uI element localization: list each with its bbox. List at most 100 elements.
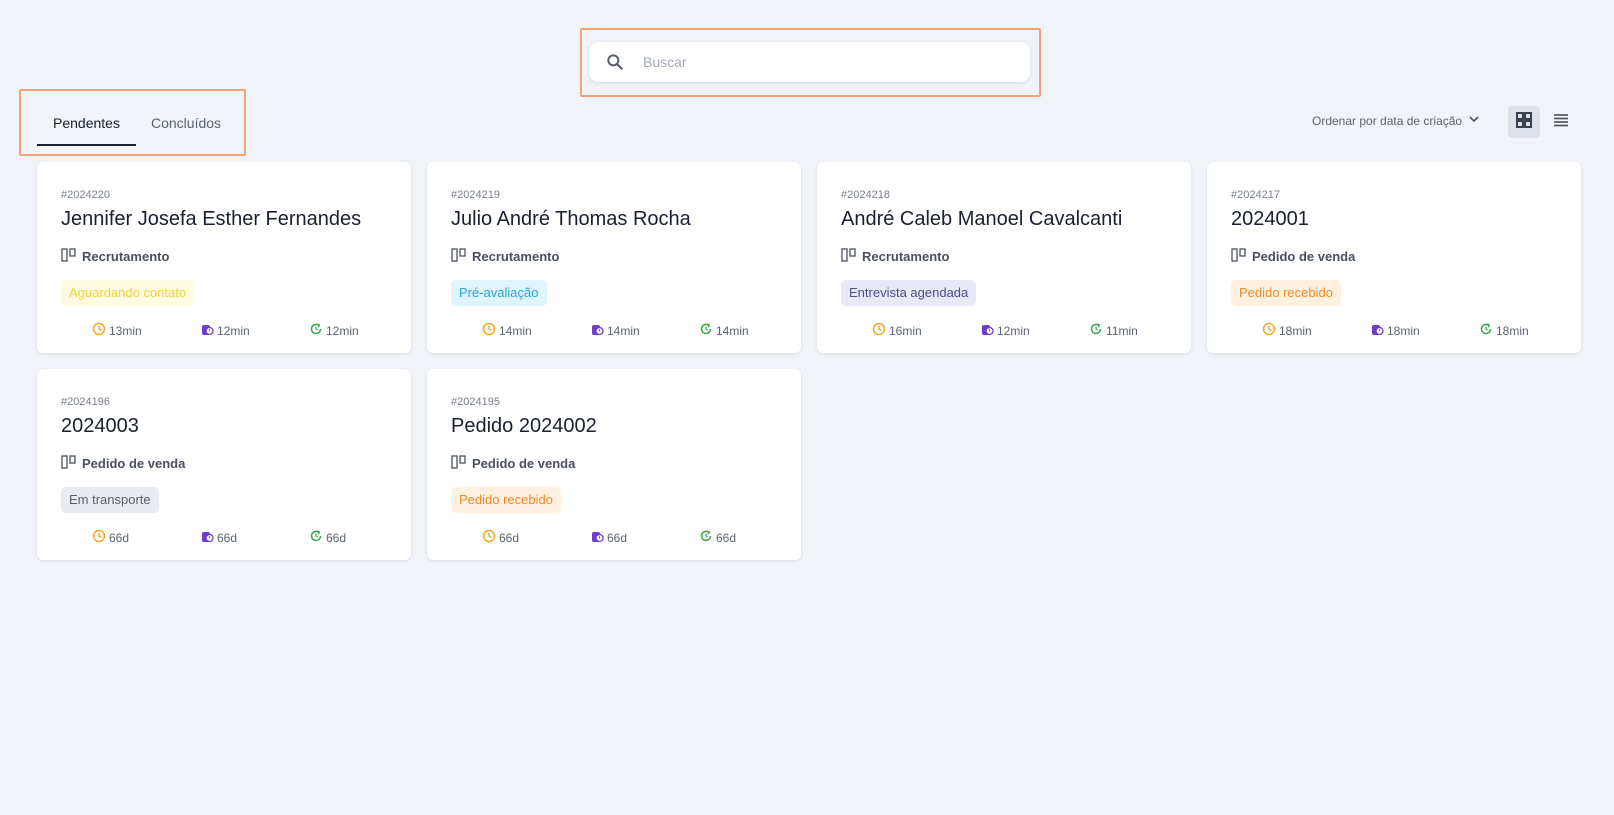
metric-value: 14min — [499, 323, 532, 338]
metric-value: 14min — [716, 323, 749, 338]
metric-total-time: 66d — [482, 529, 519, 546]
tab-pendentes[interactable]: Pendentes — [37, 112, 136, 146]
board-icon — [1231, 248, 1247, 265]
metric-value: 18min — [1387, 323, 1420, 338]
metric-stage-time: 18min — [1370, 322, 1420, 339]
card-type-label: Recrutamento — [472, 249, 560, 264]
list-view-button[interactable] — [1545, 106, 1577, 138]
card-id: #2024196 — [61, 396, 110, 408]
board-icon — [61, 248, 77, 265]
status-badge: Pré-avaliação — [451, 280, 547, 306]
card-type-label: Pedido de venda — [1252, 249, 1356, 264]
board-icon — [451, 455, 467, 472]
metric-update-time: 66d — [309, 529, 346, 546]
metric-value: 18min — [1279, 323, 1312, 338]
metric-value: 14min — [607, 323, 640, 338]
card-type: Recrutamento — [451, 248, 559, 265]
sort-label: Ordenar por data de criação — [1312, 113, 1463, 128]
clock-icon — [92, 322, 106, 339]
card-type-label: Recrutamento — [82, 249, 170, 264]
card-id: #2024219 — [451, 189, 500, 201]
metric-total-time: 66d — [92, 529, 129, 546]
metric-stage-time: 14min — [590, 322, 640, 339]
list-icon — [1553, 113, 1569, 132]
refresh-icon — [1479, 322, 1493, 339]
card-title: 2024003 — [61, 415, 139, 437]
metric-stage-time: 66d — [590, 529, 627, 546]
card-title: Pedido 2024002 — [451, 415, 597, 437]
card-type-label: Pedido de venda — [472, 456, 576, 471]
card-type: Pedido de venda — [451, 455, 575, 472]
stopwatch-icon — [1370, 322, 1384, 339]
card[interactable]: #2024218 André Caleb Manoel Cavalcanti R… — [817, 162, 1191, 353]
card-title: Jennifer Josefa Esther Fernandes — [61, 208, 362, 230]
board-icon — [451, 248, 467, 265]
metric-value: 66d — [716, 530, 737, 545]
clock-icon — [92, 529, 106, 546]
metric-update-time: 18min — [1479, 322, 1529, 339]
clock-icon — [482, 322, 496, 339]
grid-view-button[interactable] — [1508, 106, 1540, 138]
stopwatch-icon — [200, 529, 214, 546]
refresh-icon — [699, 529, 713, 546]
metric-value: 66d — [217, 530, 238, 545]
metric-update-time: 14min — [699, 322, 749, 339]
card[interactable]: #2024219 Julio André Thomas Rocha Recrut… — [427, 162, 801, 353]
card-type: Recrutamento — [841, 248, 949, 265]
card[interactable]: #2024220 Jennifer Josefa Esther Fernande… — [37, 162, 411, 353]
metric-total-time: 16min — [872, 322, 922, 339]
grid-icon — [1516, 111, 1532, 133]
status-badge: Pedido recebido — [1231, 280, 1341, 306]
card-title: André Caleb Manoel Cavalcanti — [841, 208, 1123, 230]
board-icon — [841, 248, 857, 265]
metric-value: 12min — [326, 323, 359, 338]
metric-value: 12min — [997, 323, 1030, 338]
card[interactable]: #2024195 Pedido 2024002 Pedido de venda … — [427, 369, 801, 560]
metric-stage-time: 12min — [980, 322, 1030, 339]
chevron-down-icon — [1468, 113, 1480, 128]
metric-total-time: 14min — [482, 322, 532, 339]
clock-icon — [872, 322, 886, 339]
metric-value: 66d — [499, 530, 520, 545]
status-badge: Entrevista agendada — [841, 280, 977, 306]
metric-value: 18min — [1496, 323, 1529, 338]
search-input[interactable] — [643, 54, 1003, 70]
status-badge: Aguardando contato — [61, 280, 195, 306]
status-badge: Em transporte — [61, 487, 159, 513]
card-type: Pedido de venda — [61, 455, 185, 472]
clock-icon — [482, 529, 496, 546]
metric-stage-time: 12min — [200, 322, 250, 339]
status-badge: Pedido recebido — [451, 487, 561, 513]
tab-concluidos[interactable]: Concluídos — [135, 112, 237, 146]
search-icon — [605, 51, 627, 73]
metric-value: 16min — [889, 323, 922, 338]
metric-value: 66d — [109, 530, 130, 545]
stopwatch-icon — [980, 322, 994, 339]
search-box[interactable] — [589, 42, 1030, 82]
card-type-label: Pedido de venda — [82, 456, 186, 471]
card-title: Julio André Thomas Rocha — [451, 208, 691, 230]
refresh-icon — [699, 322, 713, 339]
card[interactable]: #2024196 2024003 Pedido de venda Em tran… — [37, 369, 411, 560]
clock-icon — [1262, 322, 1276, 339]
page: Pendentes Concluídos Ordenar por data de… — [0, 0, 1614, 815]
card-id: #2024220 — [61, 189, 110, 201]
card[interactable]: #2024217 2024001 Pedido de venda Pedido … — [1207, 162, 1581, 353]
refresh-icon — [309, 529, 323, 546]
stopwatch-icon — [590, 322, 604, 339]
board-icon — [61, 455, 77, 472]
metric-value: 11min — [1106, 323, 1138, 338]
refresh-icon — [1089, 322, 1103, 339]
metric-value: 66d — [326, 530, 347, 545]
metric-total-time: 18min — [1262, 322, 1312, 339]
metric-value: 13min — [109, 323, 142, 338]
card-id: #2024218 — [841, 189, 890, 201]
card-title: 2024001 — [1231, 208, 1309, 230]
sort-dropdown[interactable]: Ordenar por data de criação — [1312, 113, 1480, 128]
metric-update-time: 12min — [309, 322, 359, 339]
card-type-label: Recrutamento — [862, 249, 950, 264]
stopwatch-icon — [590, 529, 604, 546]
stopwatch-icon — [200, 322, 214, 339]
metric-value: 12min — [217, 323, 250, 338]
metric-update-time: 11min — [1089, 322, 1138, 339]
